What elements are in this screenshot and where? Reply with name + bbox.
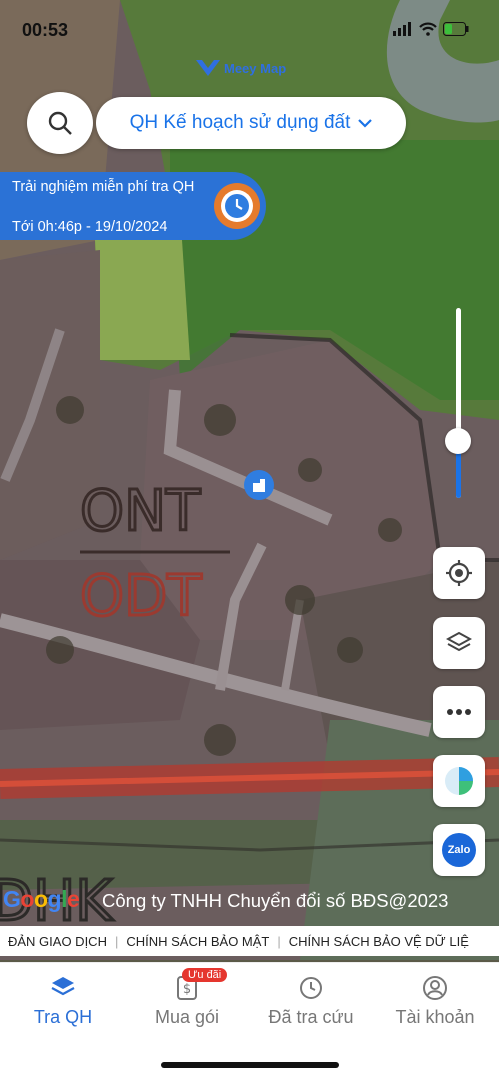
google-logo: Google	[3, 886, 80, 912]
trial-title: Trải nghiệm miễn phí tra QH	[12, 179, 195, 195]
zalo-icon: Zalo	[442, 833, 476, 867]
more-dots-icon	[447, 709, 471, 715]
policy-link-transaction[interactable]: ĐẢN GIAO DỊCH	[8, 934, 107, 949]
more-button[interactable]	[433, 686, 485, 738]
divider: |	[114, 933, 119, 949]
search-icon	[48, 111, 72, 135]
policy-link-privacy[interactable]: CHÍNH SÁCH BẢO MẬT	[126, 934, 269, 949]
statistics-button[interactable]	[433, 755, 485, 807]
brand-name: Meey Map	[224, 60, 287, 76]
home-indicator	[161, 1062, 339, 1068]
meey-logo-icon	[196, 60, 220, 76]
user-icon	[423, 976, 447, 1000]
tab-label: Tài khoản	[395, 1007, 475, 1027]
search-button[interactable]	[27, 92, 93, 154]
tab-label: Tra QH	[33, 1007, 93, 1027]
pie-chart-icon	[445, 767, 473, 795]
layers-button[interactable]	[433, 617, 485, 669]
svg-text:$: $	[183, 982, 191, 997]
tab-tra-qh[interactable]: Tra QH	[1, 975, 125, 1028]
battery-icon	[443, 22, 469, 36]
status-bar: 00:53	[0, 16, 499, 44]
my-location-button[interactable]	[433, 547, 485, 599]
trial-clock-icon	[214, 183, 260, 229]
property-pin-icon[interactable]	[244, 470, 274, 500]
chevron-down-icon	[358, 119, 373, 128]
free-trial-banner[interactable]: Trải nghiệm miễn phí tra QH Tới 0h:46p -…	[0, 172, 266, 240]
zone-label-odt: ODT	[80, 564, 202, 629]
tab-label: Đã tra cứu	[268, 1007, 354, 1027]
status-time: 00:53	[22, 20, 69, 40]
layers-icon	[51, 977, 75, 996]
divider: |	[277, 933, 281, 949]
policy-links-bar: ĐẢN GIAO DỊCH | CHÍNH SÁCH BẢO MẬT | CHÍ…	[0, 926, 499, 956]
zoom-slider-thumb[interactable]	[445, 428, 471, 454]
trial-expiry: Tới 0h:46p - 19/10/2024	[12, 219, 168, 235]
signal-icon	[393, 22, 411, 36]
planning-layer-label: QH Kế hoạch sử dụng đất	[129, 112, 351, 133]
promo-badge: Ưu đãi	[182, 968, 228, 982]
tab-mua-goi[interactable]: $ Mua gói	[125, 975, 249, 1028]
wifi-icon	[419, 22, 437, 36]
tab-label: Mua gói	[154, 1007, 220, 1027]
map-copyright: Công ty TNHH Chuyển đổi số BĐS@2023	[102, 890, 449, 911]
zoom-slider[interactable]	[445, 308, 471, 498]
planning-layer-dropdown[interactable]: QH Kế hoạch sử dụng đất	[96, 97, 406, 149]
zone-label-ont: ONT	[80, 479, 201, 544]
zalo-chat-button[interactable]: Zalo	[433, 824, 485, 876]
app-logo: Meey Map	[196, 58, 286, 78]
clock-icon	[300, 977, 322, 999]
layers-icon	[446, 631, 472, 652]
tab-da-tra-cuu[interactable]: Đã tra cứu	[249, 975, 373, 1028]
locate-icon	[446, 560, 472, 586]
status-icons	[393, 22, 469, 36]
tab-tai-khoan[interactable]: Tài khoản	[373, 975, 497, 1028]
policy-link-data-protection[interactable]: CHÍNH SÁCH BẢO VỆ DỮ LIỆ	[289, 934, 469, 949]
